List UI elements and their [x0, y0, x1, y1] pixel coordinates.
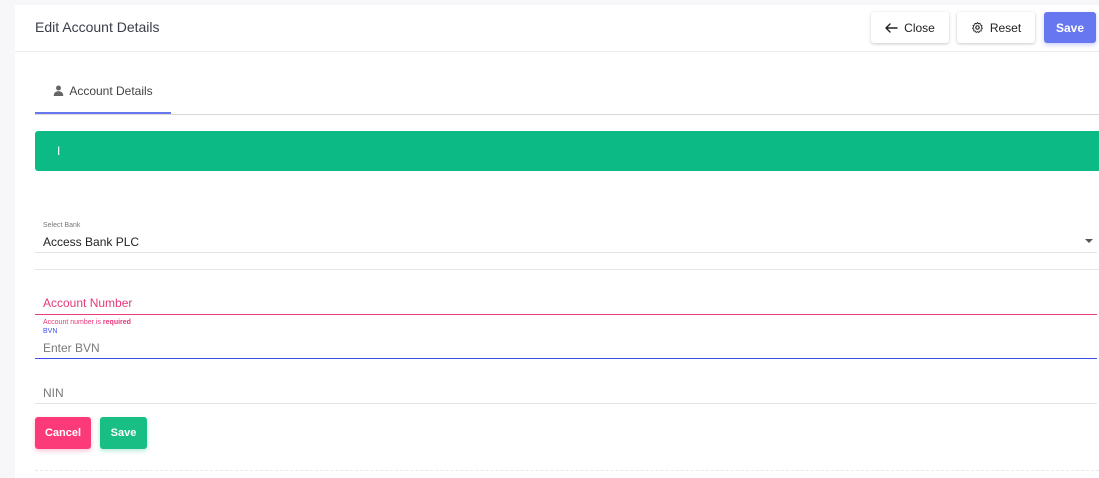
- bvn-input[interactable]: [43, 340, 1083, 356]
- nin-input[interactable]: [43, 385, 1083, 401]
- bvn-label: BVN: [43, 328, 58, 335]
- account-number-error: Account number is required: [43, 319, 131, 326]
- nin-field: [35, 379, 1097, 404]
- close-button-label: Close: [904, 20, 935, 35]
- section-divider: [35, 269, 1099, 270]
- user-icon: [53, 85, 64, 96]
- chevron-down-icon: [1085, 239, 1093, 243]
- close-button[interactable]: Close: [871, 12, 949, 43]
- account-number-placeholder: Account Number: [43, 296, 133, 310]
- footer-divider: [35, 470, 1099, 471]
- bvn-field: BVN: [35, 327, 1097, 359]
- edit-account-card: Edit Account Details Close Reset Save Ac…: [15, 5, 1099, 478]
- status-banner: I: [35, 131, 1099, 171]
- account-number-error-prefix: Account number is: [43, 319, 103, 326]
- account-number-field[interactable]: Account Number: [35, 290, 1097, 315]
- card-header: Edit Account Details Close Reset Save: [15, 5, 1099, 52]
- tab-bar: Account Details: [35, 69, 1099, 115]
- bank-select-label: Select Bank: [43, 222, 81, 229]
- bank-select[interactable]: Select Bank Access Bank PLC: [35, 218, 1097, 253]
- tab-account-details-label: Account Details: [69, 83, 153, 98]
- cancel-button[interactable]: Cancel: [35, 417, 91, 449]
- bank-select-value: Access Bank PLC: [43, 235, 140, 249]
- reset-button-label: Reset: [989, 20, 1022, 35]
- account-number-error-emphasis: required: [102, 319, 131, 326]
- save-button[interactable]: Save: [100, 417, 147, 449]
- reset-button[interactable]: Reset: [957, 12, 1035, 43]
- gear-icon: [971, 21, 984, 34]
- arrow-left-icon: [885, 22, 898, 33]
- page-title: Edit Account Details: [35, 19, 160, 35]
- header-save-button[interactable]: Save: [1044, 12, 1096, 43]
- tab-account-details[interactable]: Account Details: [35, 69, 171, 114]
- banner-text: I: [57, 144, 61, 158]
